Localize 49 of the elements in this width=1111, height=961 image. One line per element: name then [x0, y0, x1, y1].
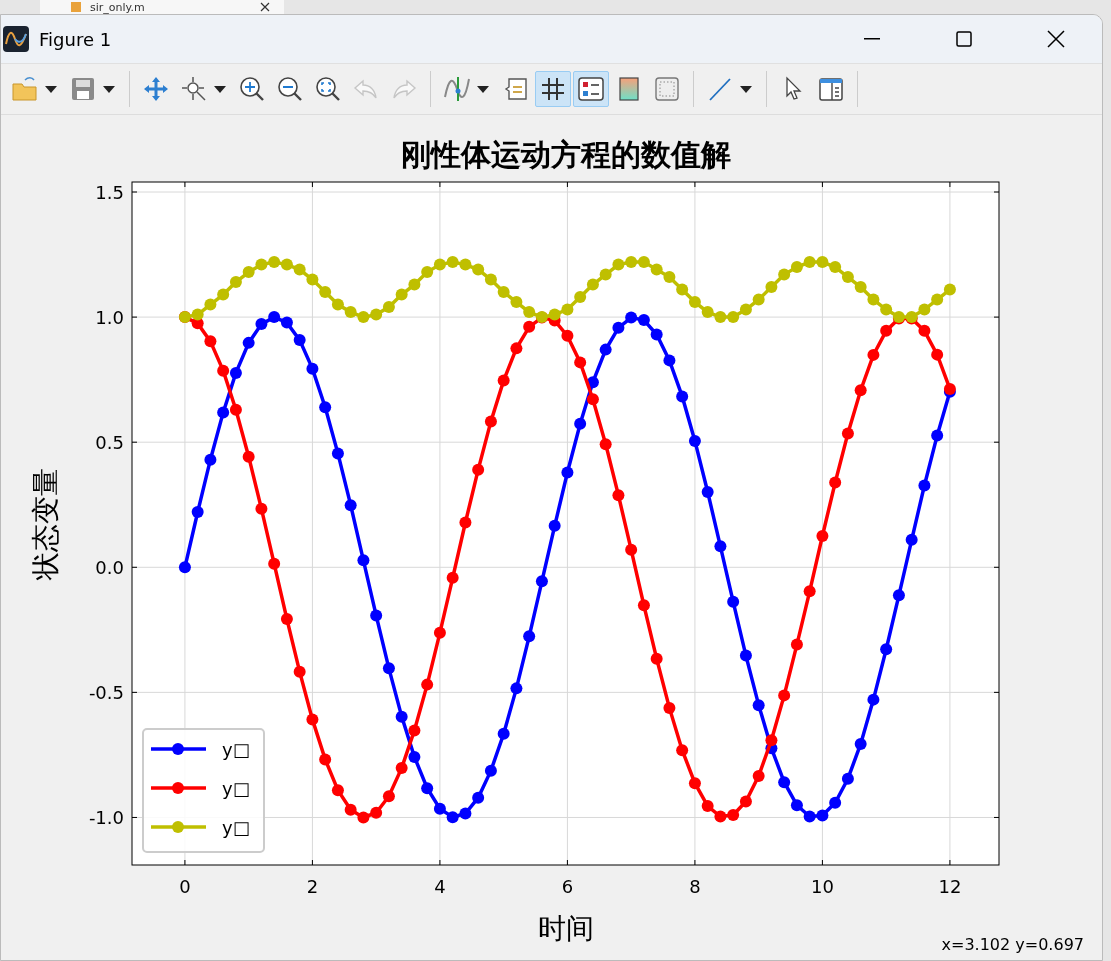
legend-line-icon	[151, 821, 206, 833]
grid-icon	[539, 75, 567, 103]
y-tick-label: 0.0	[95, 557, 124, 579]
x-tick-label: 10	[810, 876, 834, 897]
x-tick-label: 6	[561, 876, 574, 897]
four-way-arrow-icon	[142, 75, 170, 103]
zoom-out-icon	[276, 75, 304, 103]
y-tick-label: -0.5	[88, 682, 124, 704]
chart-title: 刚性体运动方程的数值解	[400, 137, 731, 172]
curve-icon	[443, 75, 471, 103]
y-tick-label: -1.0	[88, 807, 124, 829]
y-axis-label: 状态变量	[29, 467, 62, 580]
x-axis-label: 时间	[537, 912, 594, 945]
legend-icon	[577, 75, 605, 103]
x-tick-label: 0	[179, 876, 191, 897]
crosshair-icon	[180, 75, 208, 103]
background-tab[interactable]: sir_only.m	[40, 0, 284, 14]
legend-line-icon	[151, 743, 206, 755]
close-icon[interactable]	[260, 2, 270, 12]
window-title: Figure 1	[39, 28, 112, 50]
file-icon	[70, 1, 82, 13]
x-tick-label: 2	[306, 876, 319, 897]
x-tick-label: 8	[689, 876, 701, 897]
cursor-readout: x=3.102 y=0.697	[941, 935, 1084, 954]
caret-icon	[103, 85, 115, 93]
y-tick-label: 1.0	[95, 307, 124, 329]
legend-label: y□	[222, 739, 250, 760]
panel-icon	[817, 75, 845, 103]
y-tick-label: 0.5	[95, 432, 124, 454]
legend-line-icon	[151, 782, 206, 794]
caret-icon	[740, 85, 752, 93]
minimize-icon	[864, 38, 880, 40]
caret-icon	[477, 85, 489, 93]
zoom-fit-icon	[314, 75, 342, 103]
legend-label: y□	[222, 778, 250, 799]
maximize-icon	[954, 29, 974, 49]
legend-tool-button[interactable]	[573, 71, 609, 107]
folder-icon	[11, 75, 39, 103]
caret-icon	[45, 85, 57, 93]
zoom-in-icon	[238, 75, 266, 103]
x-tick-label: 4	[434, 876, 446, 897]
caret-icon	[214, 85, 226, 93]
y-tick-label: 1.5	[95, 182, 124, 203]
grid-tool-button[interactable]	[535, 71, 571, 107]
app-icon	[3, 26, 29, 52]
dotted-square-icon	[653, 75, 681, 103]
legend-label: y□	[222, 817, 250, 838]
close-icon	[1046, 29, 1066, 49]
x-tick-label: 12	[938, 876, 962, 897]
